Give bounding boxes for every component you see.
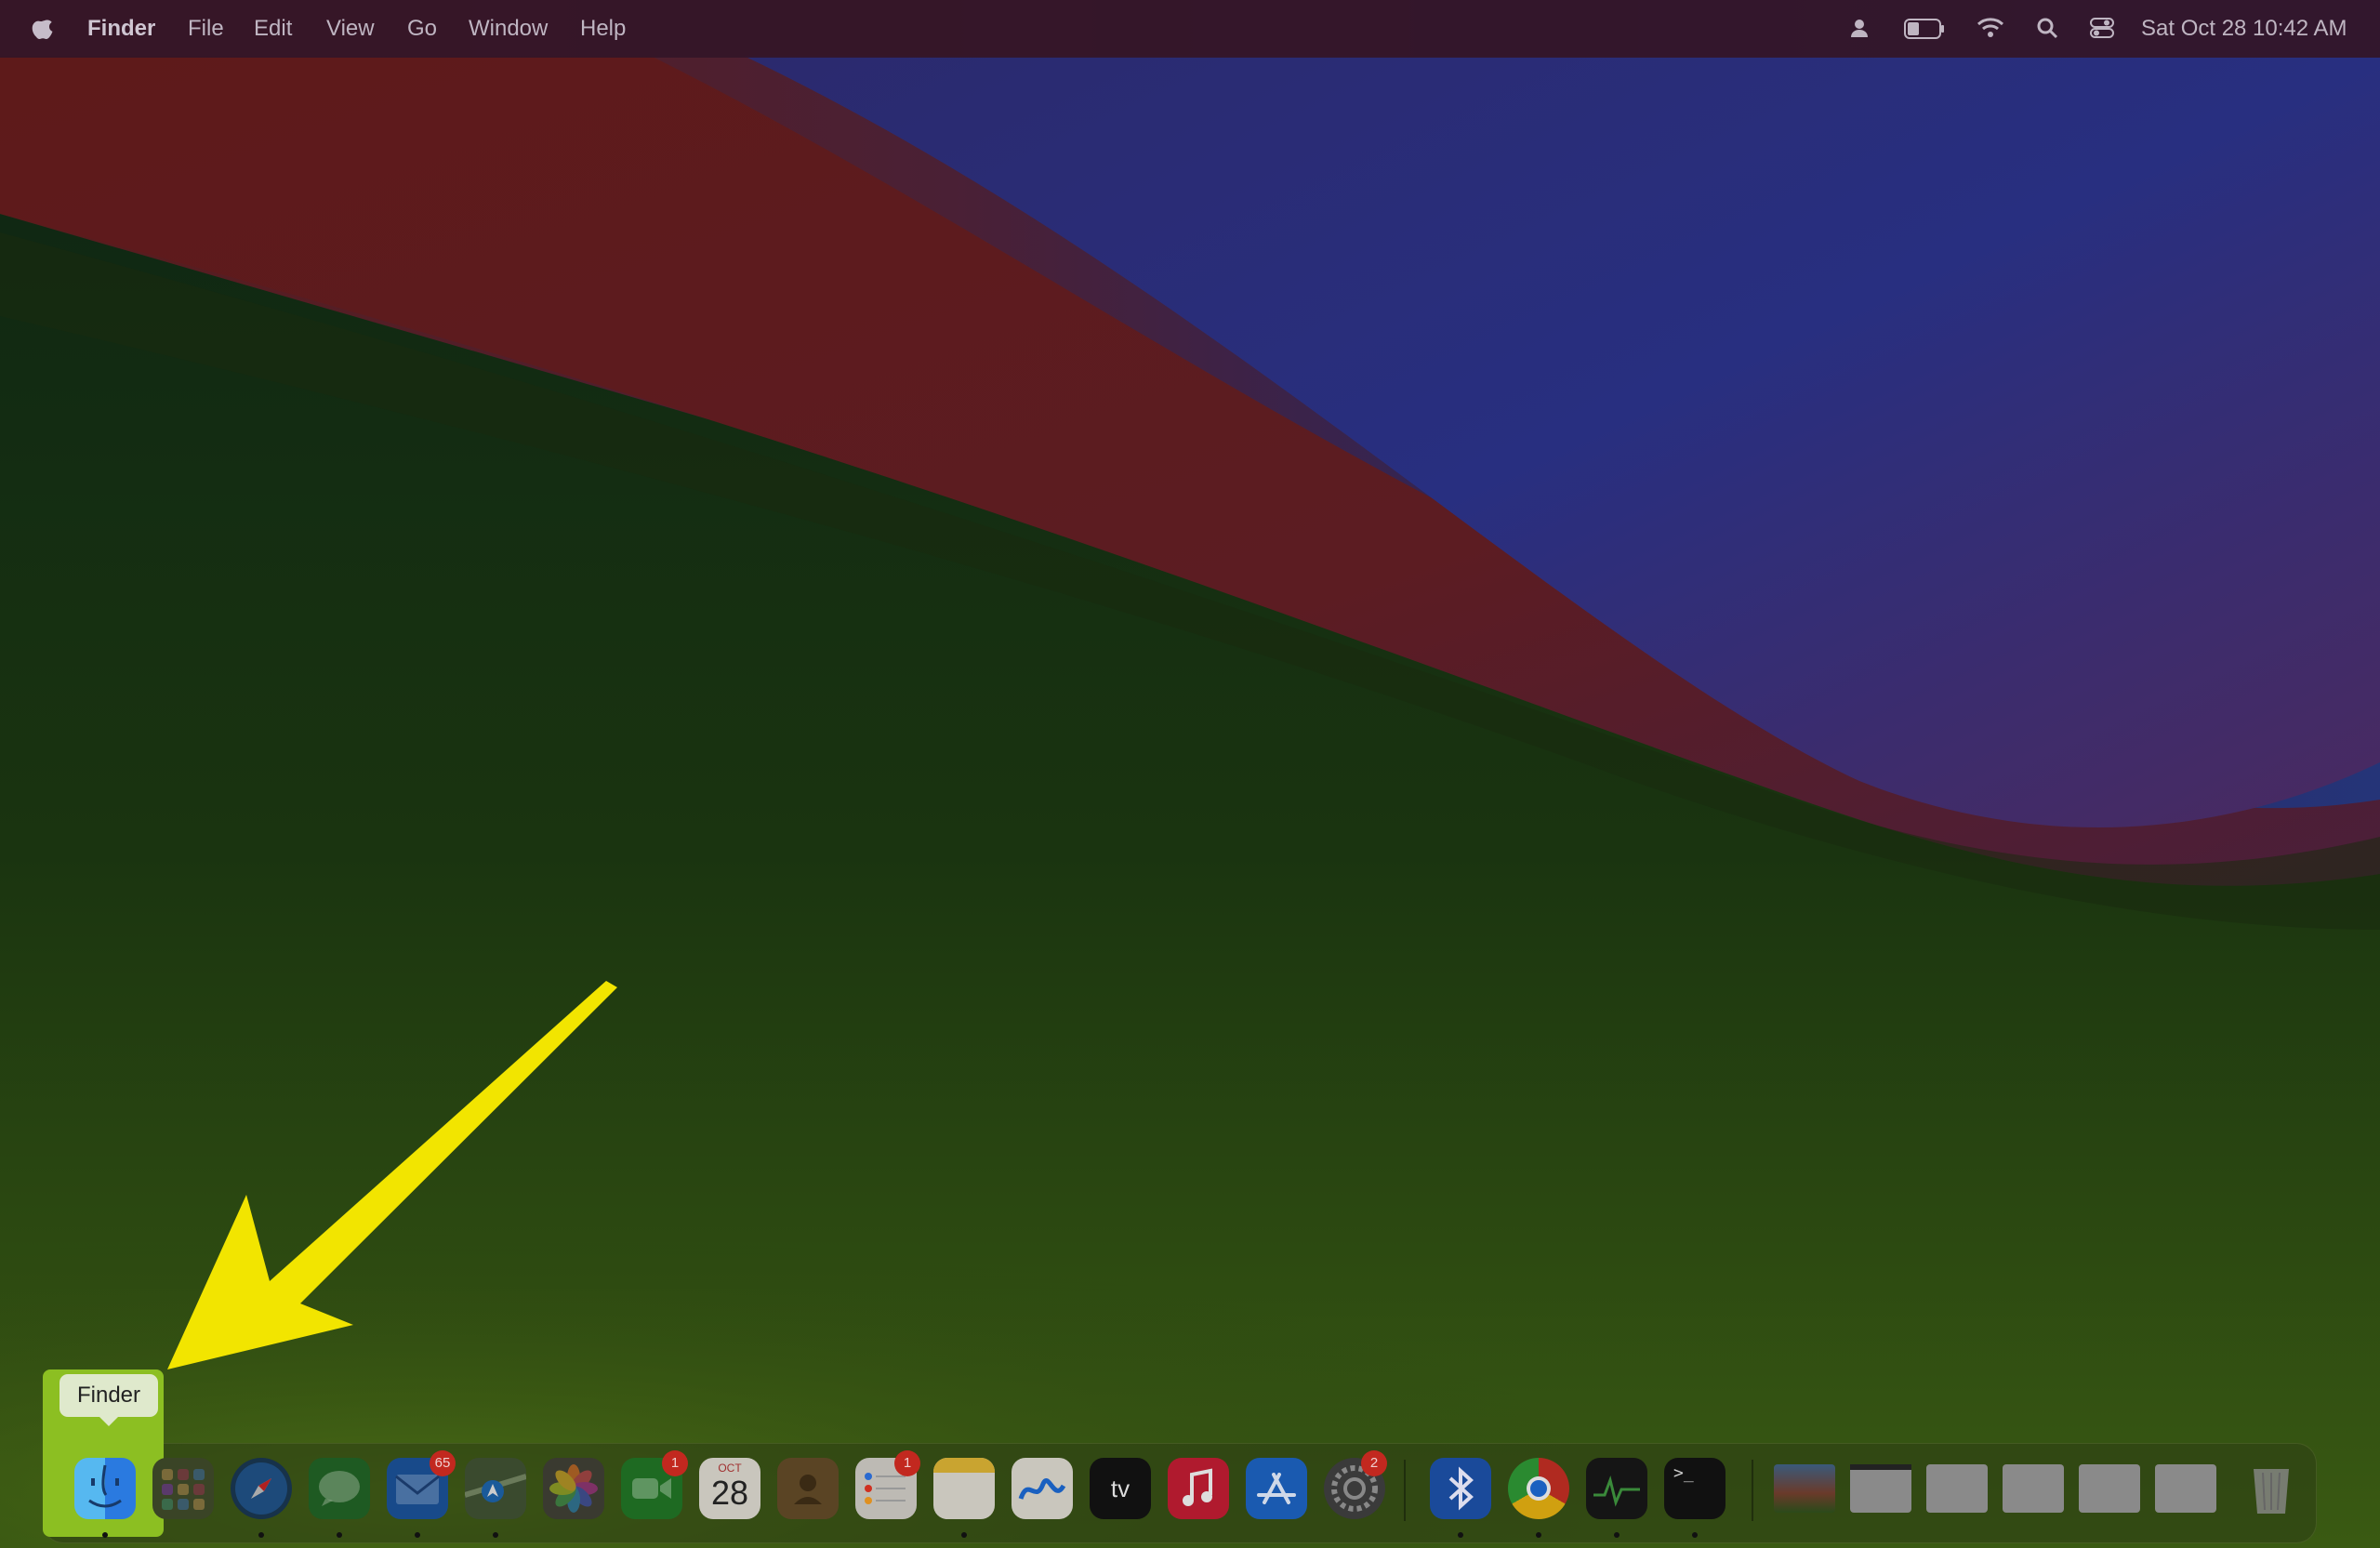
activity-monitor-running-dot [1614,1532,1620,1538]
calendar-day: 28 [710,1474,749,1512]
music-icon[interactable] [1168,1458,1229,1519]
notes-running-dot [961,1532,967,1538]
messages-running-dot [337,1532,342,1538]
window-thumbnail-1[interactable] [1774,1464,1835,1513]
safari-running-dot [258,1532,264,1538]
finder-icon[interactable] [74,1458,136,1519]
bluetooth-running-dot [1458,1532,1463,1538]
terminal-running-dot [1692,1532,1698,1538]
calendar-month: OCT [718,1462,742,1475]
photos-icon[interactable] [543,1458,604,1519]
reminders-badge: 1 [894,1450,920,1476]
appletv-icon[interactable]: tv [1090,1458,1151,1519]
maps-icon[interactable] [464,1458,527,1519]
dock-tooltip-tail [98,1415,120,1426]
dock-tooltip: Finder [60,1374,158,1417]
window-thumbnail-5[interactable] [2079,1464,2140,1513]
appstore-icon[interactable] [1246,1458,1307,1519]
notes-icon[interactable] [933,1458,995,1519]
activity-monitor-icon[interactable] [1586,1458,1647,1519]
calendar-icon[interactable]: OCT 28 [699,1458,760,1519]
bluetooth-icon[interactable] [1430,1458,1491,1519]
window-thumbnail-6[interactable] [2155,1464,2216,1513]
mail-badge: 65 [430,1450,456,1476]
settings-badge: 2 [1361,1450,1387,1476]
window-thumbnail-2[interactable] [1850,1464,1911,1513]
maps-running-dot [493,1532,498,1538]
mail-running-dot [415,1532,420,1538]
chrome-running-dot [1536,1532,1541,1538]
facetime-badge: 1 [662,1450,688,1476]
window-thumbnail-3[interactable] [1926,1464,1988,1513]
dock-separator-2 [1752,1460,1753,1521]
dock-separator [1404,1460,1406,1521]
window-thumbnail-4[interactable] [2003,1464,2064,1513]
terminal-icon[interactable]: >_ [1664,1458,1726,1519]
messages-icon[interactable] [309,1458,370,1519]
contacts-icon[interactable] [777,1458,839,1519]
launchpad-icon[interactable] [152,1458,214,1519]
safari-icon[interactable] [231,1458,292,1519]
freeform-icon[interactable] [1012,1458,1073,1519]
yellow-arrow-annotation [167,981,617,1369]
trash-icon[interactable] [2241,1458,2302,1519]
finder-running-dot [102,1532,108,1538]
chrome-icon[interactable] [1508,1458,1569,1519]
